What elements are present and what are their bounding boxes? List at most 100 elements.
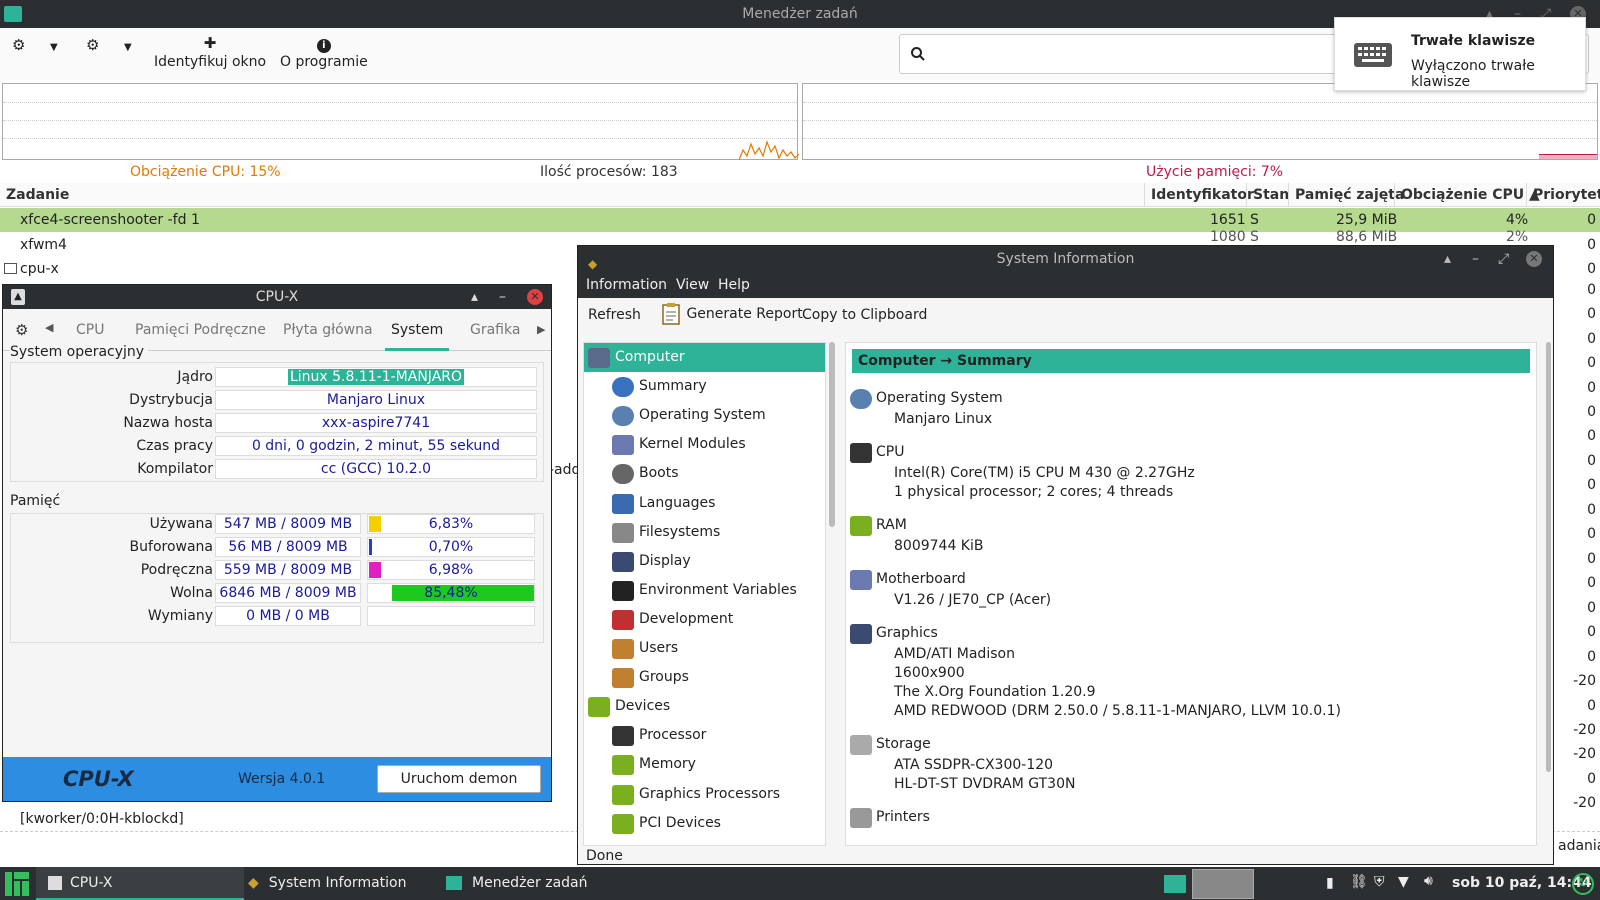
cpux-app-icon: ▲: [11, 289, 25, 305]
si-restore-icon[interactable]: ⤢: [1498, 246, 1509, 272]
memory-row-label: Podręczna: [140, 562, 213, 578]
section-title: Motherboard: [876, 571, 966, 587]
task-manager-title: Menedżer zadań: [742, 6, 858, 22]
kworker-row-name: [kworker/0:0H-kblockd]: [20, 811, 184, 827]
memory-row-value: 6846 MB / 8009 MB: [215, 583, 361, 603]
tree-item-users[interactable]: Users: [584, 634, 825, 663]
column-task[interactable]: Zadanie: [0, 183, 75, 207]
tree-item-kernel-modules[interactable]: Kernel Modules: [584, 430, 825, 459]
refresh-button[interactable]: Refresh: [588, 307, 641, 323]
memory-row-bar: 0,70%: [367, 537, 535, 557]
about-button[interactable]: i O programie: [280, 32, 368, 70]
tree-item-display[interactable]: Display: [584, 547, 825, 576]
terminal-icon: [612, 580, 634, 601]
column-priority[interactable]: Priorytet: [1526, 183, 1600, 207]
os-row-label: Kompilator: [137, 461, 213, 477]
tree-item-processor[interactable]: Processor: [584, 721, 825, 750]
update-icon[interactable]: ↻: [1572, 873, 1594, 895]
notification-title: Trwałe klawisze: [1411, 33, 1536, 49]
identify-window-button[interactable]: ✚ Identyfikuj okno: [154, 32, 266, 70]
module-icon: [612, 435, 634, 456]
menu-help[interactable]: Help: [718, 272, 750, 298]
shield-icon[interactable]: ⛨: [1374, 874, 1385, 890]
tab-motherboard[interactable]: Płyta główna: [283, 309, 373, 351]
gear-icon: [850, 389, 872, 409]
copy-clipboard-button[interactable]: Copy to Clipboard: [802, 307, 927, 323]
tab-caches[interactable]: Pamięci Podręczne: [135, 309, 266, 351]
kernel-value-selected: Linux 5.8.11-1-MANJARO: [287, 369, 465, 385]
os-row-label: Dystrybucja: [129, 392, 213, 408]
monitor-icon: [612, 551, 634, 572]
manjaro-menu-icon[interactable]: [5, 872, 29, 896]
tab-scroll-left-icon[interactable]: ◀: [45, 321, 53, 334]
generate-report-button[interactable]: Generate Report: [660, 302, 803, 326]
tree-item-graphics-processors[interactable]: Graphics Processors: [584, 780, 825, 809]
tree-item-boots[interactable]: Boots: [584, 459, 825, 488]
sysinfo-taskbar-icon: ◆: [248, 875, 259, 891]
volume-icon[interactable]: 🔊︎: [1424, 873, 1433, 889]
column-id[interactable]: Identyfikator: [1144, 183, 1260, 207]
memory-bar-fill: [369, 562, 381, 578]
start-daemon-button[interactable]: Uruchom demon: [377, 765, 541, 793]
settings-gear-icon[interactable]: ⚙: [12, 34, 25, 56]
cpux-taskbar-icon: [48, 876, 62, 890]
memory-row-label: Wymiany: [147, 608, 213, 624]
gear-icon: [612, 406, 634, 427]
os-row-value: Manjaro Linux: [215, 390, 537, 410]
link-icon[interactable]: ⛓: [1350, 874, 1368, 890]
tab-graphics[interactable]: Grafika: [470, 309, 520, 351]
menu-view[interactable]: View: [676, 272, 709, 298]
si-maximize-icon[interactable]: ▴: [1444, 246, 1451, 272]
cpux-close-icon[interactable]: ✕: [527, 289, 543, 305]
menu-information[interactable]: Information: [586, 272, 667, 298]
si-minimize-icon[interactable]: –: [1472, 246, 1479, 272]
sysinfo-detail-panel: Computer → Summary Operating System Manja…: [845, 342, 1537, 846]
memory-row-label: Buforowana: [129, 539, 213, 555]
tree-item-summary[interactable]: Summary: [584, 372, 825, 401]
task-manager-stats: Obciążenie CPU: 15% Ilość procesów: 183 …: [0, 160, 1600, 182]
tree-item-development[interactable]: Development: [584, 605, 825, 634]
filter-dropdown-icon[interactable]: ▼: [124, 42, 132, 53]
tree-item-groups[interactable]: Groups: [584, 663, 825, 692]
si-close-icon[interactable]: ✕: [1526, 251, 1542, 267]
column-cpu[interactable]: Obciążenie CPU ▲: [1394, 183, 1546, 207]
tab-system[interactable]: System: [385, 309, 450, 351]
os-group-title: System operacyjny: [10, 344, 149, 360]
tree-item-filesystems[interactable]: Filesystems: [584, 518, 825, 547]
battery-icon[interactable]: ▮: [1326, 875, 1334, 891]
sticky-keys-notification[interactable]: Trwałe klawisze Wyłączono trwałe klawisz…: [1334, 17, 1586, 91]
cpux-maximize-icon[interactable]: ▴: [471, 285, 478, 309]
process-count-label: Ilość procesów: 183: [540, 164, 678, 180]
wifi-icon[interactable]: ▼: [1398, 874, 1409, 890]
cpux-settings-icon[interactable]: ⚙: [15, 321, 28, 339]
section-title: RAM: [876, 517, 907, 533]
cpux-version: Wersja 4.0.1: [238, 771, 326, 787]
tree-item-pci-devices[interactable]: PCI Devices: [584, 809, 825, 838]
tree-item-computer[interactable]: Computer: [584, 343, 825, 372]
section-line: AMD REDWOOD (DRM 2.50.0 / 5.8.11-1-MANJA…: [894, 703, 1341, 719]
tree-item-devices[interactable]: Devices: [584, 692, 825, 721]
taskbar-item-sysinfo[interactable]: ◆ System Information: [246, 867, 436, 900]
tree-item-languages[interactable]: Languages: [584, 489, 825, 518]
tree-scrollbar[interactable]: [829, 342, 835, 527]
cpux-minimize-icon[interactable]: –: [499, 285, 506, 309]
tree-item-environment-variables[interactable]: Environment Variables: [584, 576, 825, 605]
workspace-1[interactable]: [1164, 875, 1186, 893]
tree-item-label: Environment Variables: [639, 581, 797, 598]
taskbar-item-taskmanager[interactable]: Menedżer zadań: [446, 867, 636, 900]
tree-item-memory[interactable]: Memory: [584, 750, 825, 779]
clock[interactable]: sob 10 paź, 14:44: [1452, 875, 1592, 891]
section-line: Manjaro Linux: [894, 411, 993, 427]
sysinfo-toolbar: Refresh Generate Report Copy to Clipboar…: [578, 298, 1553, 334]
filter-gear-icon[interactable]: ⚙: [86, 34, 99, 56]
report-icon: [662, 303, 680, 325]
detail-scrollbar[interactable]: [1546, 342, 1551, 772]
tab-scroll-right-icon[interactable]: ▶: [537, 323, 545, 336]
taskbar-item-cpux[interactable]: CPU-X: [36, 867, 244, 900]
settings-dropdown-icon[interactable]: ▼: [50, 42, 58, 53]
memory-bar-fill: [369, 539, 372, 555]
sysinfo-titlebar: ◆ System Information ▴ – ⤢ ✕: [578, 246, 1553, 272]
column-memory[interactable]: Pamięć zajęta: [1288, 183, 1410, 207]
workspace-2-active[interactable]: [1192, 869, 1254, 899]
tree-item-operating-system[interactable]: Operating System: [584, 401, 825, 430]
